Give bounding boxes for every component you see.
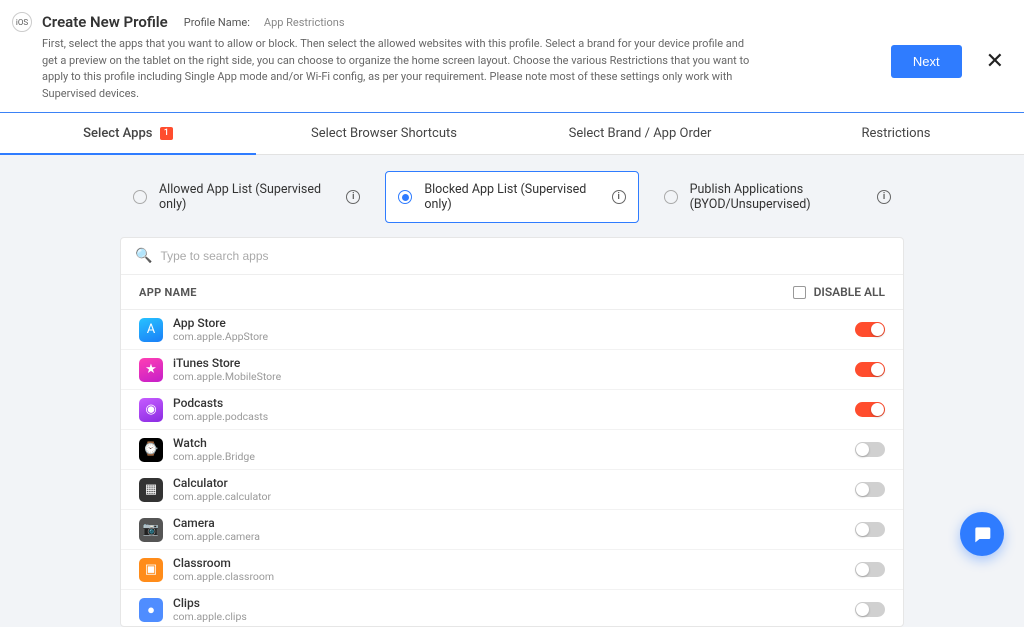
option-allowed-list[interactable]: Allowed App List (Supervised only) i	[120, 171, 373, 223]
search-input[interactable]	[160, 249, 889, 263]
tab-select-apps[interactable]: Select Apps 1	[0, 113, 256, 154]
tab-badge: 1	[160, 127, 173, 140]
app-name: Calculator	[173, 476, 855, 490]
app-text: Calculatorcom.apple.calculator	[173, 476, 855, 503]
app-bundle-id: com.apple.clips	[173, 610, 855, 623]
block-toggle[interactable]	[855, 482, 885, 497]
checkbox-icon	[793, 286, 806, 299]
info-icon[interactable]: i	[877, 190, 891, 204]
option-publish-apps[interactable]: Publish Applications (BYOD/Unsupervised)…	[651, 171, 904, 223]
app-row: ⌚ Watchcom.apple.Bridge	[121, 430, 903, 470]
header-right: Next ✕	[891, 12, 1004, 102]
radio-icon	[664, 190, 678, 204]
tab-brand-app-order[interactable]: Select Brand / App Order	[512, 113, 768, 154]
option-label: Blocked App List (Supervised only)	[424, 182, 599, 212]
tab-label: Restrictions	[862, 126, 931, 141]
block-toggle[interactable]	[855, 562, 885, 577]
tab-label: Select Apps	[83, 126, 152, 141]
app-bundle-id: com.apple.camera	[173, 530, 855, 543]
search-icon: 🔍	[135, 248, 152, 264]
chat-icon	[972, 524, 992, 544]
title-row: iOS Create New Profile Profile Name: App…	[12, 12, 891, 32]
app-name: Podcasts	[173, 396, 855, 410]
next-button[interactable]: Next	[891, 45, 962, 78]
app-bundle-id: com.apple.Bridge	[173, 450, 855, 463]
app-bundle-id: com.apple.MobileStore	[173, 370, 855, 383]
app-list[interactable]: A App Storecom.apple.AppStore ★ iTunes Stor…	[121, 310, 903, 626]
search-row: 🔍	[121, 238, 903, 275]
block-toggle[interactable]	[855, 442, 885, 457]
app-text: Cameracom.apple.camera	[173, 516, 855, 543]
header-left: iOS Create New Profile Profile Name: App…	[12, 12, 891, 102]
disable-all-label: DISABLE ALL	[814, 285, 885, 299]
profile-name-value: App Restrictions	[264, 16, 345, 29]
app-text: iTunes Storecom.apple.MobileStore	[173, 356, 855, 383]
list-header: APP NAME DISABLE ALL	[121, 275, 903, 310]
apps-card: 🔍 APP NAME DISABLE ALL AApp Storecom.app…	[120, 237, 904, 627]
app-text: App Storecom.apple.AppStore	[173, 316, 855, 343]
block-toggle[interactable]	[855, 522, 885, 537]
app-icon: ▣	[139, 558, 163, 582]
tab-restrictions[interactable]: Restrictions	[768, 113, 1024, 154]
tab-browser-shortcuts[interactable]: Select Browser Shortcuts	[256, 113, 512, 154]
app-name: Classroom	[173, 556, 855, 570]
block-toggle[interactable]	[855, 602, 885, 617]
app-icon: A	[139, 318, 163, 342]
app-icon: ★	[139, 358, 163, 382]
app-icon: ●	[139, 598, 163, 622]
block-toggle[interactable]	[855, 322, 885, 337]
app-row: ▦ Calculatorcom.apple.calculator	[121, 470, 903, 510]
close-icon[interactable]: ✕	[986, 49, 1004, 74]
option-blocked-list[interactable]: Blocked App List (Supervised only) i	[385, 171, 638, 223]
block-toggle[interactable]	[855, 402, 885, 417]
app-text: Classroomcom.apple.classroom	[173, 556, 855, 583]
app-name: Watch	[173, 436, 855, 450]
disable-all[interactable]: DISABLE ALL	[793, 285, 885, 299]
app-name: Camera	[173, 516, 855, 530]
app-name: Clips	[173, 596, 855, 610]
app-bundle-id: com.apple.calculator	[173, 490, 855, 503]
info-icon[interactable]: i	[612, 190, 626, 204]
option-label: Allowed App List (Supervised only)	[159, 182, 334, 212]
list-mode-options: Allowed App List (Supervised only) i Blo…	[0, 155, 1024, 237]
app-bundle-id: com.apple.classroom	[173, 570, 855, 583]
app-icon: ▦	[139, 478, 163, 502]
app-icon: ⌚	[139, 438, 163, 462]
profile-name-label: Profile Name:	[184, 16, 250, 29]
column-app-name: APP NAME	[139, 286, 793, 299]
app-text: Clipscom.apple.clips	[173, 596, 855, 623]
page-header: iOS Create New Profile Profile Name: App…	[0, 0, 1024, 113]
app-row: ◉ Podcastscom.apple.podcasts	[121, 390, 903, 430]
app-icon: 📷	[139, 518, 163, 542]
page-title: Create New Profile	[42, 13, 168, 31]
app-row: ▣ Classroomcom.apple.classroom	[121, 550, 903, 590]
radio-icon	[398, 190, 412, 204]
app-bundle-id: com.apple.AppStore	[173, 330, 855, 343]
tabs-bar: Select Apps 1 Select Browser Shortcuts S…	[0, 113, 1024, 155]
app-bundle-id: com.apple.podcasts	[173, 410, 855, 423]
app-text: Watchcom.apple.Bridge	[173, 436, 855, 463]
ios-badge: iOS	[12, 12, 32, 32]
app-row: ★ iTunes Storecom.apple.MobileStore	[121, 350, 903, 390]
app-name: iTunes Store	[173, 356, 855, 370]
block-toggle[interactable]	[855, 362, 885, 377]
radio-icon	[133, 190, 147, 204]
app-row: 📷 Cameracom.apple.camera	[121, 510, 903, 550]
tab-label: Select Brand / App Order	[569, 126, 712, 141]
body-area: Allowed App List (Supervised only) i Blo…	[0, 155, 1024, 627]
chat-fab[interactable]	[960, 512, 1004, 556]
app-icon: ◉	[139, 398, 163, 422]
app-row: A App Storecom.apple.AppStore	[121, 310, 903, 350]
header-description: First, select the apps that you want to …	[42, 36, 762, 102]
info-icon[interactable]: i	[346, 190, 360, 204]
app-name: App Store	[173, 316, 855, 330]
app-text: Podcastscom.apple.podcasts	[173, 396, 855, 423]
option-label: Publish Applications (BYOD/Unsupervised)	[690, 182, 865, 212]
app-row: ● Clipscom.apple.clips	[121, 590, 903, 626]
tab-label: Select Browser Shortcuts	[311, 126, 457, 141]
